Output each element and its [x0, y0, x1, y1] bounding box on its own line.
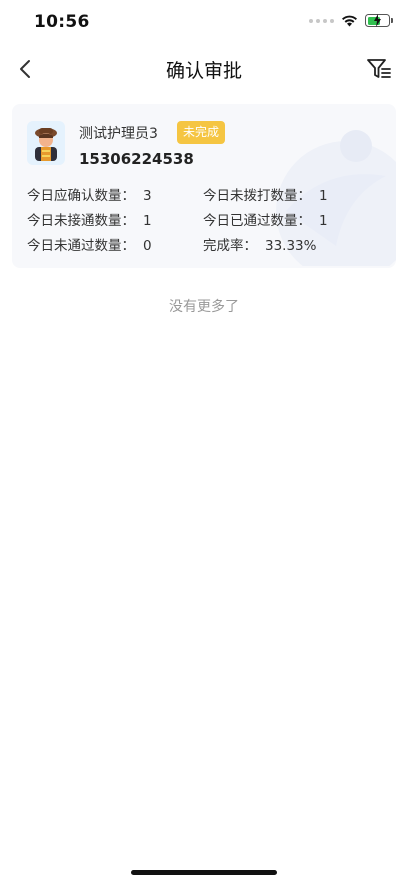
- avatar-icon: [35, 128, 57, 161]
- filter-icon: [367, 59, 391, 78]
- signal-dots-icon: [309, 18, 334, 23]
- screen: 10:56 确认审批 测试护理员3 未完成 15306224538 今日应确认数…: [0, 0, 408, 883]
- stat-completion-rate: 完成率： 33.33%: [203, 238, 317, 254]
- caregiver-phone: 15306224538: [79, 150, 194, 168]
- stat-not-dialed: 今日未拨打数量： 1: [203, 188, 328, 204]
- caregiver-name: 测试护理员3: [79, 126, 158, 142]
- status-bar: 10:56: [0, 0, 408, 44]
- filter-button[interactable]: [364, 54, 394, 84]
- status-badge: 未完成: [177, 121, 226, 144]
- stat-to-confirm: 今日应确认数量： 3: [27, 188, 152, 204]
- stat-not-connected: 今日未接通数量： 1: [27, 213, 152, 229]
- stat-rejected: 今日未通过数量： 0: [27, 238, 152, 254]
- nav-bar: 确认审批: [0, 44, 408, 94]
- home-indicator[interactable]: [131, 870, 277, 875]
- stat-approved: 今日已通过数量： 1: [203, 213, 328, 229]
- status-icons: [309, 14, 393, 27]
- page-title: 确认审批: [165, 60, 242, 82]
- no-more-text: 没有更多了: [169, 299, 239, 315]
- status-time: 10:56: [34, 12, 90, 32]
- caregiver-card[interactable]: 测试护理员3 未完成 15306224538 今日应确认数量： 3 今日未拨打数量…: [12, 104, 396, 268]
- battery-icon: [365, 14, 393, 27]
- wifi-icon: [342, 15, 357, 27]
- avatar: [27, 121, 65, 165]
